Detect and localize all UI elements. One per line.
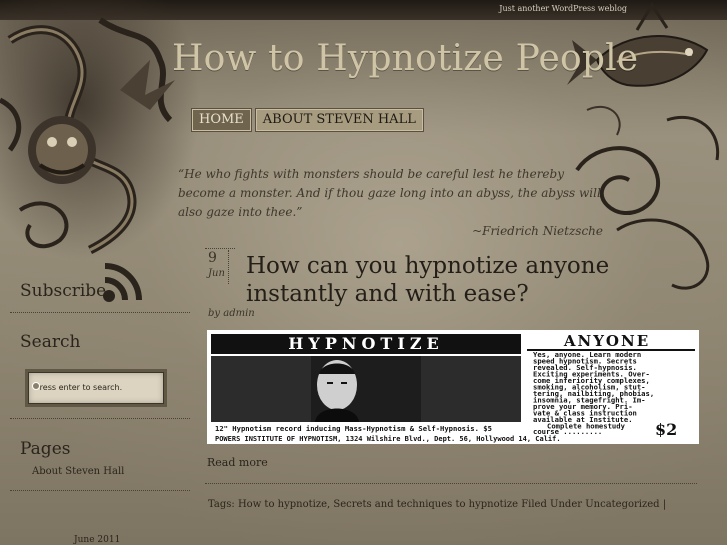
post-byline: by admin [208,308,255,319]
post-title[interactable]: How can you hypnotize anyone instantly a… [246,252,626,308]
post-date-day: 9 [208,250,217,266]
hypnotize-ad-image: HYPNOTIZE ANYONE Yes, anyone. Learn mode… [207,330,699,444]
pages-heading: Pages [20,439,71,459]
page: Just another WordPress weblog How to Hyp… [0,0,727,545]
post-divider [205,483,697,484]
rss-feed-icon[interactable] [101,262,145,304]
sidebar-page-about-steven-hall[interactable]: About Steven Hall [32,466,124,477]
header-quote: “He who fights with monsters should be c… [178,167,601,219]
ad-heading-left: HYPNOTIZE [288,334,443,353]
archive-link-june-2011[interactable]: June 2011 [74,535,120,545]
meta-separator: | [662,499,667,510]
tags-label: Tags: [208,499,235,510]
sidebar-divider [10,418,190,419]
ad-heading-right: ANYONE [563,332,650,350]
subscribe-heading: Subscribe [20,281,107,301]
read-more-link[interactable]: Read more [207,456,268,469]
tag-link-how-to-hypnotize[interactable]: How to hypnotize [238,499,327,510]
sidebar-divider [10,490,190,491]
quote-author: ~Friedrich Nietzsche [472,224,603,238]
post-meta: Tags: How to hypnotize, Secrets and tech… [208,499,666,510]
ad-price: $2 [655,420,677,439]
nav-item-about-steven-hall[interactable]: About Steven Hall [254,108,424,132]
search-heading: Search [20,332,81,352]
tag-link-secrets-and-techniques[interactable]: Secrets and techniques to hypnotize [333,499,518,510]
date-rule [205,248,235,249]
post-date-month: Jun [208,268,225,279]
filed-under-label: Filed Under [521,499,583,510]
search-box [28,372,164,404]
site-title[interactable]: How to Hypnotize People [172,38,638,79]
sidebar-divider [10,312,190,313]
ad-record-line: 12" Hypnotism record inducing Mass-Hypno… [215,424,492,433]
dragon-illustration [0,0,200,260]
search-bullet-icon [32,382,40,390]
category-link-uncategorized[interactable]: Uncategorized [585,499,659,510]
date-rule [228,250,229,284]
search-input[interactable] [35,377,157,397]
main-nav: Home About Steven Hall [191,108,424,132]
ad-address-line: POWERS INSTITUTE OF HYPNOTISM, 1324 Wils… [215,435,561,443]
tag-separator: , [327,499,331,510]
nav-item-home[interactable]: Home [191,108,252,132]
